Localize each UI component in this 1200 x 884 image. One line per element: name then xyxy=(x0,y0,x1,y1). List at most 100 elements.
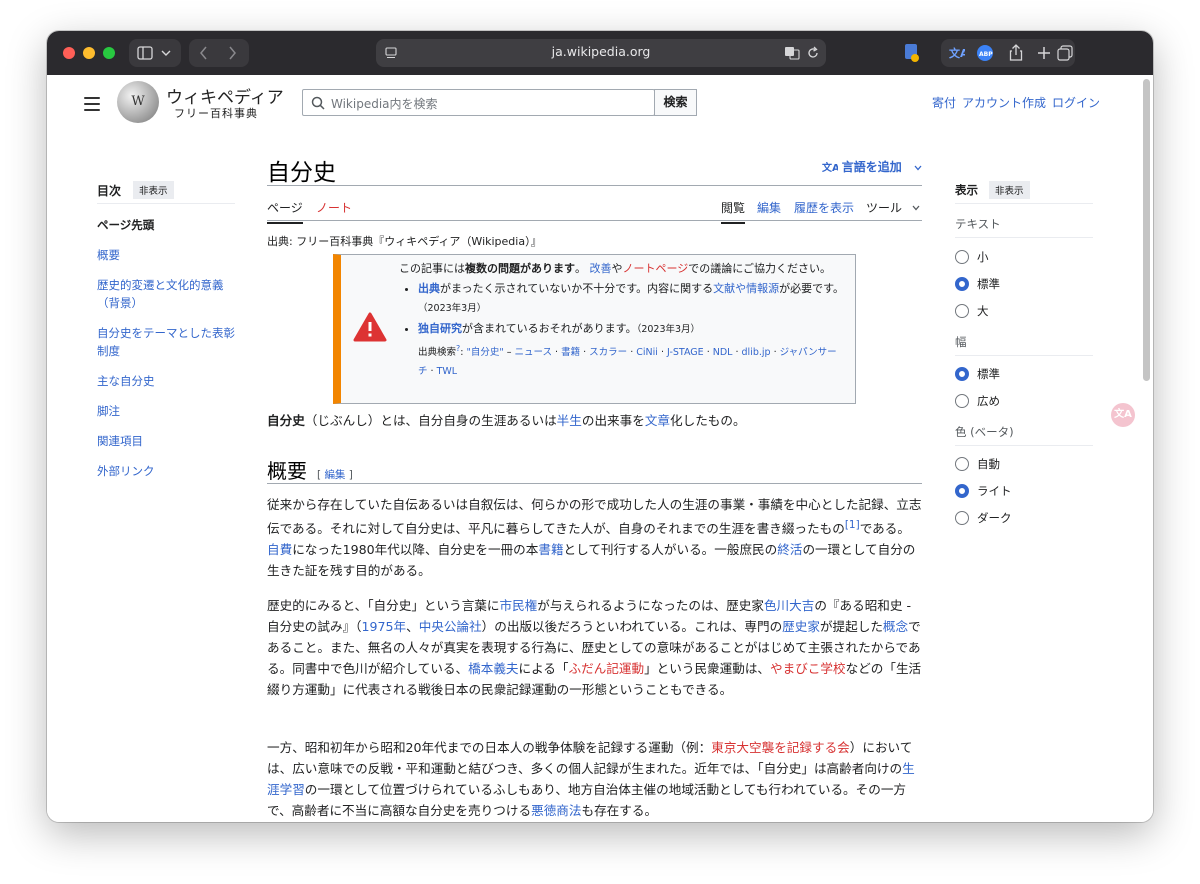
link-rekishika[interactable]: 歴史家 xyxy=(782,619,820,634)
lead-link-bunsho[interactable]: 文章 xyxy=(645,413,670,428)
link-yamabiko[interactable]: やまびこ学校 xyxy=(770,661,846,676)
nav-buttons-group xyxy=(189,39,249,67)
width-wide[interactable]: 広め xyxy=(955,394,1093,421)
tab-overview-icon[interactable] xyxy=(1057,45,1073,61)
source-cinii-link[interactable]: CiNii xyxy=(636,347,658,358)
toc-item-notes[interactable]: 脚注 xyxy=(97,402,235,420)
back-icon[interactable] xyxy=(199,46,209,60)
link-jihi[interactable]: 自費 xyxy=(267,542,292,557)
source-ndl-link[interactable]: NDL xyxy=(713,347,733,358)
references-link[interactable]: 文献や情報源 xyxy=(713,282,779,295)
translate-extension-icon[interactable]: 文A xyxy=(949,45,965,61)
wikipedia-logo-icon[interactable]: W xyxy=(117,81,159,123)
search-button[interactable]: 検索 xyxy=(654,89,697,116)
toc-item-history[interactable]: 歴史的変遷と文化的意義（背景） xyxy=(97,276,235,312)
chevron-down-icon xyxy=(914,165,922,171)
translate-icon[interactable] xyxy=(784,46,800,60)
toc-item-notable[interactable]: 主な自分史 xyxy=(97,372,235,390)
language-icon: 文A xyxy=(822,161,840,174)
create-account-link[interactable]: アカウント作成 xyxy=(962,96,1046,110)
donate-link[interactable]: 寄付 xyxy=(932,96,956,110)
reference-1[interactable]: [1] xyxy=(845,519,860,531)
link-shoseki[interactable]: 書籍 xyxy=(538,542,563,557)
warning-icon xyxy=(353,312,387,342)
share-icon[interactable] xyxy=(1009,44,1023,61)
color-dark[interactable]: ダーク xyxy=(955,511,1093,538)
toc-item-overview[interactable]: 概要 xyxy=(97,246,235,264)
link-shiminken[interactable]: 市民権 xyxy=(499,598,537,613)
floating-translate-icon[interactable]: 文A xyxy=(1111,403,1135,427)
color-options: 自動 ライト ダーク xyxy=(955,457,1093,538)
tab-tools[interactable]: ツール xyxy=(866,199,902,216)
link-tokyo-air-raid[interactable]: 東京大空襲を記録する会 xyxy=(711,740,850,755)
sidebar-toggle-group[interactable] xyxy=(129,39,181,67)
zoom-window-button[interactable] xyxy=(103,47,115,59)
improve-link[interactable]: 改善 xyxy=(590,262,612,275)
section-edit-link[interactable]: 編集 xyxy=(324,469,345,481)
text-size-large[interactable]: 大 xyxy=(955,304,1093,331)
toc-item-awards[interactable]: 自分史をテーマとした表彰制度 xyxy=(97,324,235,360)
tab-page[interactable]: ページ xyxy=(267,199,303,224)
text-size-standard[interactable]: 標準 xyxy=(955,277,1093,304)
para2-text-q: 」という民衆運動は、 xyxy=(644,661,770,676)
color-light[interactable]: ライト xyxy=(955,484,1093,511)
help-link[interactable]: ? xyxy=(456,344,460,353)
toc-hide-button[interactable]: 非表示 xyxy=(133,181,174,199)
link-irokawa[interactable]: 色川大吉 xyxy=(764,598,814,613)
paragraph-2: 歴史的にみると、「自分史」という言葉に市民権が与えられるようになったのは、歴史家… xyxy=(267,595,922,700)
scrollbar[interactable] xyxy=(1143,79,1150,381)
para1-text-a: 従来から存在していた自伝あるいは自叙伝は、何らかの形で成功した人の生涯の事業・事… xyxy=(267,497,922,537)
link-chuokoron[interactable]: 中央公論社 xyxy=(419,619,482,634)
link-hashimoto[interactable]: 橋本義夫 xyxy=(468,661,518,676)
notice-text-b: 複数の問題があります xyxy=(465,262,575,275)
sources-link[interactable]: 出典 xyxy=(418,282,440,295)
source-scholar-link[interactable]: スカラー xyxy=(589,347,627,358)
main-menu-icon[interactable] xyxy=(84,97,100,111)
source-search-query[interactable]: "自分史" xyxy=(466,347,503,358)
source-twl-link[interactable]: TWL xyxy=(437,366,458,377)
link-shukatsu[interactable]: 終活 xyxy=(777,542,802,557)
link-gainen[interactable]: 概念 xyxy=(883,619,908,634)
toc-item-related[interactable]: 関連項目 xyxy=(97,432,235,450)
lead-link-hansei[interactable]: 半生 xyxy=(557,413,582,428)
close-window-button[interactable] xyxy=(63,47,75,59)
notice-text-c: 。 xyxy=(575,262,586,275)
link-fudangi[interactable]: ふだん記運動 xyxy=(569,661,645,676)
para3-text-g: も存在する。 xyxy=(581,803,658,818)
add-languages-button[interactable]: 文A 言語を追加 xyxy=(822,158,922,175)
forward-icon[interactable] xyxy=(227,46,237,60)
text-size-label: テキスト xyxy=(955,216,1093,238)
tab-edit[interactable]: 編集 xyxy=(757,199,781,216)
talk-page-link[interactable]: ノートページ xyxy=(623,262,689,275)
source-news-link[interactable]: ニュース xyxy=(515,347,553,358)
extension-icon[interactable] xyxy=(903,43,921,63)
source-books-link[interactable]: 書籍 xyxy=(561,347,580,358)
login-link[interactable]: ログイン xyxy=(1052,96,1100,110)
toc-item-external[interactable]: 外部リンク xyxy=(97,462,235,480)
link-1975[interactable]: 1975年 xyxy=(361,619,406,634)
width-wide-label: 広め xyxy=(977,394,1000,408)
add-languages-label: 言語を追加 xyxy=(841,160,902,174)
para2-text-a: 歴史的にみると、「自分史」という言葉に xyxy=(267,598,500,613)
toc-item-top[interactable]: ページ先頭 xyxy=(97,216,235,234)
appearance-hide-button[interactable]: 非表示 xyxy=(989,181,1030,199)
tab-history[interactable]: 履歴を表示 xyxy=(794,199,854,216)
search-input[interactable]: Wikipedia内を検索 xyxy=(302,89,655,116)
source-jstage-link[interactable]: J-STAGE xyxy=(667,347,704,358)
adblock-icon[interactable]: ABP xyxy=(977,45,993,61)
tab-read[interactable]: 閲覧 xyxy=(721,199,746,224)
link-akutoku[interactable]: 悪徳商法 xyxy=(531,803,581,818)
address-bar[interactable]: ja.wikipedia.org xyxy=(376,39,826,67)
original-research-link[interactable]: 独自研究 xyxy=(418,322,462,335)
color-auto[interactable]: 自動 xyxy=(955,457,1093,484)
text-size-small[interactable]: 小 xyxy=(955,250,1093,277)
tab-talk[interactable]: ノート xyxy=(316,199,352,216)
appearance-panel: 表示 非表示 テキスト 小 標準 大 幅 標準 広め 色 (ベータ) 自動 ライ… xyxy=(955,181,1093,538)
minimize-window-button[interactable] xyxy=(83,47,95,59)
width-standard[interactable]: 標準 xyxy=(955,367,1093,394)
new-tab-icon[interactable] xyxy=(1037,46,1051,60)
source-dlib-link[interactable]: dlib.jp xyxy=(742,347,771,358)
appearance-header: 表示 非表示 xyxy=(955,181,1093,204)
reload-icon[interactable] xyxy=(806,46,820,60)
chevron-down-icon[interactable] xyxy=(912,205,920,211)
